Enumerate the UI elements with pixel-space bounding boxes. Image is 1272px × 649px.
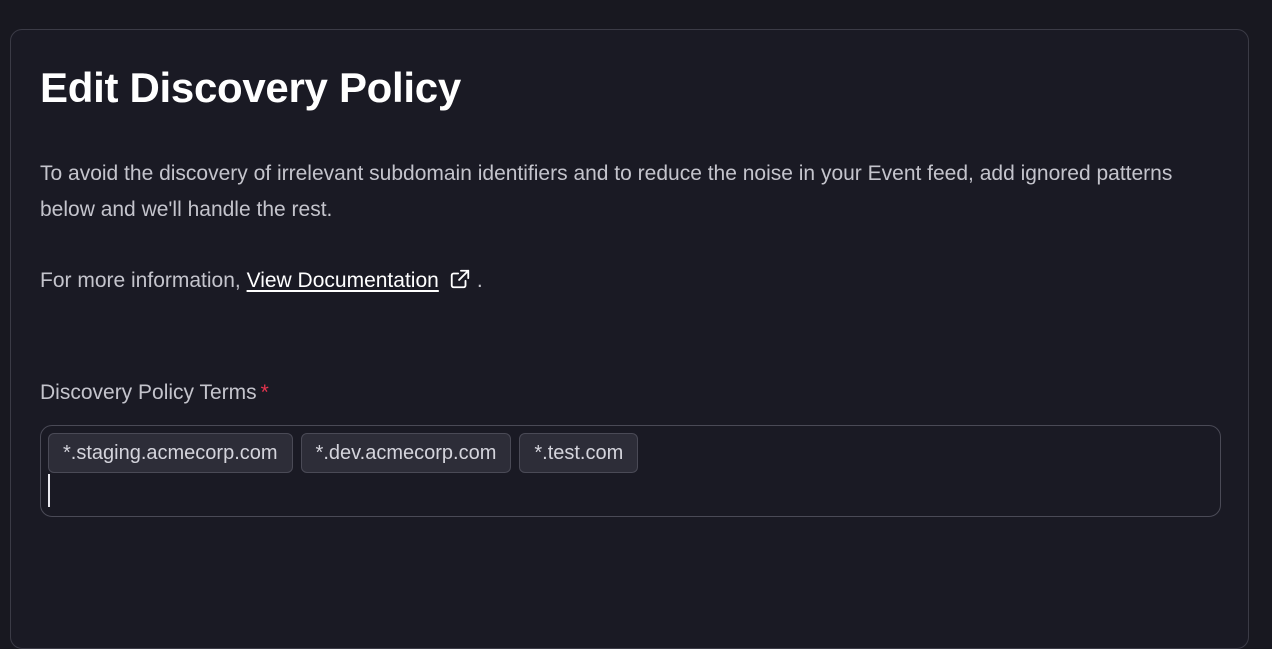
text-cursor — [48, 474, 50, 507]
page-title: Edit Discovery Policy — [40, 64, 461, 111]
external-link-icon[interactable] — [449, 268, 471, 290]
required-marker: * — [260, 381, 269, 404]
view-documentation-link[interactable]: View Documentation — [247, 269, 439, 292]
field-label-text: Discovery Policy Terms — [40, 381, 257, 404]
term-tag-list: *.staging.acmecorp.com *.dev.acmecorp.co… — [48, 433, 639, 473]
discovery-policy-terms-input[interactable]: *.staging.acmecorp.com *.dev.acmecorp.co… — [40, 425, 1221, 517]
edit-policy-panel: Edit Discovery Policy To avoid the disco… — [10, 29, 1249, 649]
term-tag[interactable]: *.staging.acmecorp.com — [48, 433, 293, 473]
more-info-suffix: . — [476, 269, 483, 292]
page-description: To avoid the discovery of irrelevant sub… — [40, 162, 1173, 221]
more-info-line: For more information, View Documentation… — [40, 263, 483, 299]
discovery-policy-terms-label: Discovery Policy Terms * — [40, 375, 269, 411]
term-tag[interactable]: *.dev.acmecorp.com — [300, 433, 512, 473]
term-tag[interactable]: *.test.com — [519, 433, 639, 473]
more-info-prefix: For more information, — [40, 269, 247, 292]
